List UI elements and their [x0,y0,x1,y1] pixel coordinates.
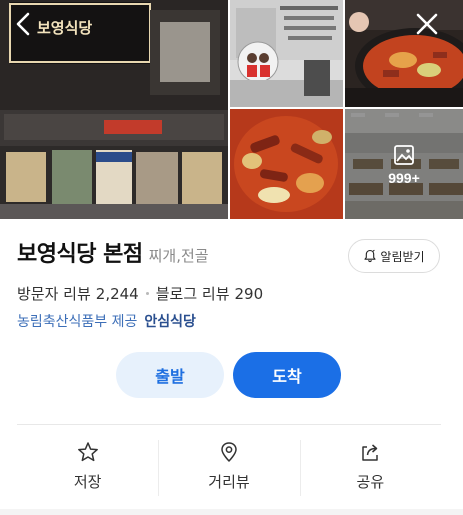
stew-closeup-photo[interactable] [230,109,343,219]
safe-restaurant-certification[interactable]: 농림축산식품부 제공 안심식당 [17,311,196,331]
owners-photo[interactable] [230,0,343,107]
separator-dot [145,292,149,295]
share-icon [362,443,379,461]
close-button[interactable] [409,6,445,42]
street-view-button[interactable]: 거리뷰 [158,426,299,506]
storefront-sign-text: 보영식당 [37,19,93,37]
back-arrow-icon [16,12,30,36]
street-view-label: 거리뷰 [208,472,250,491]
bottom-separator [0,509,463,515]
location-pin-icon [221,441,237,462]
more-photos-count: 999+ [388,169,420,186]
visitor-review-count: 2,244 [95,285,139,303]
blog-review-label: 블로그 리뷰 [155,285,230,303]
review-stats: 방문자 리뷰 2,244 블로그 리뷰 290 [17,283,263,304]
place-category: 찌개,전골 [148,247,209,265]
share-button[interactable]: 공유 [299,426,441,506]
bell-icon [364,249,376,263]
save-label: 저장 [73,472,102,491]
place-name: 보영식당 본점 [17,242,143,267]
image-icon [394,144,414,165]
share-label: 공유 [356,472,385,491]
bottom-action-bar: 저장 거리뷰 공유 [17,426,441,506]
alarm-button[interactable]: 알림받기 [348,239,440,273]
blog-review-link[interactable]: 블로그 리뷰 290 [156,283,263,304]
divider [17,424,441,425]
visitor-review-link[interactable]: 방문자 리뷰 2,244 [17,283,139,304]
visitor-review-label: 방문자 리뷰 [17,285,91,303]
place-title-row: 보영식당 본점 찌개,전골 [17,236,209,268]
safe-restaurant-badge: 안심식당 [144,314,196,330]
alarm-label: 알림받기 [380,249,425,264]
close-icon [416,13,438,35]
start-route-button[interactable]: 출발 [116,352,224,398]
more-photos-button[interactable]: 999+ [345,109,463,219]
star-icon [77,441,98,461]
stew-photo[interactable] [345,0,463,107]
certification-label: 농림축산식품부 제공 [17,314,138,330]
arrive-route-button[interactable]: 도착 [233,352,341,398]
blog-review-count: 290 [234,285,264,303]
save-button[interactable]: 저장 [17,426,158,506]
back-button[interactable] [6,6,42,42]
photo-gallery: 보영식당 999+ [0,0,463,219]
